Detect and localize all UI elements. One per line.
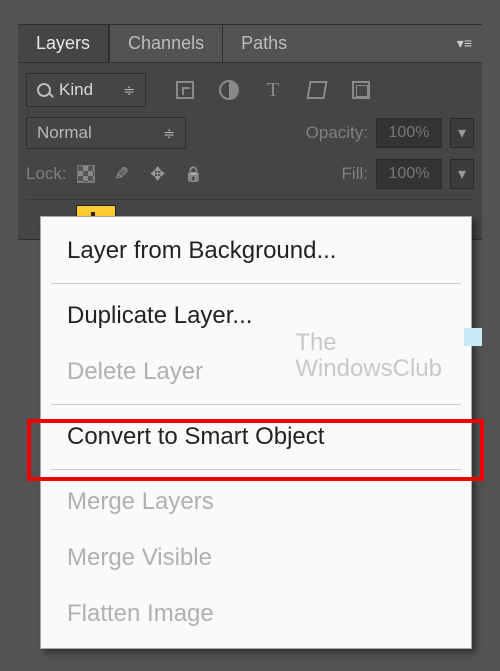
layers-panel: Layers Channels Paths ▾≡ Kind ≑ T — [18, 24, 482, 240]
fill-value[interactable]: 100% — [376, 159, 442, 189]
menu-separator — [51, 283, 461, 284]
fill-label: Fill: — [342, 164, 368, 184]
blend-row: Normal ≑ Opacity: 100% ▾ — [26, 117, 474, 149]
opacity-slider-button[interactable]: ▾ — [450, 118, 474, 148]
type-layer-filter-icon[interactable]: T — [262, 79, 284, 101]
smart-object-filter-icon[interactable] — [350, 79, 372, 101]
opacity-value[interactable]: 100% — [376, 118, 442, 148]
filter-kind-dropdown[interactable]: Kind ≑ — [26, 73, 146, 107]
lock-transparency-icon[interactable] — [75, 163, 97, 185]
menu-separator — [51, 469, 461, 470]
pixel-layer-filter-icon[interactable] — [174, 79, 196, 101]
search-icon — [37, 83, 51, 97]
lock-label: Lock: — [26, 164, 67, 184]
fill-slider-button[interactable]: ▾ — [450, 159, 474, 189]
shape-layer-filter-icon[interactable] — [306, 79, 328, 101]
menu-layer-from-background[interactable]: Layer from Background... — [41, 223, 471, 279]
menu-delete-layer: Delete Layer — [41, 344, 471, 400]
menu-convert-to-smart-object[interactable]: Convert to Smart Object — [41, 409, 471, 465]
opacity-label: Opacity: — [306, 123, 368, 143]
adjustment-layer-filter-icon[interactable] — [218, 79, 240, 101]
menu-separator — [51, 404, 461, 405]
lock-icons — [75, 163, 205, 185]
menu-merge-layers: Merge Layers — [41, 474, 471, 530]
tab-paths[interactable]: Paths — [222, 25, 305, 62]
dropdown-arrow-icon: ≑ — [123, 82, 135, 99]
blend-mode-dropdown[interactable]: Normal ≑ — [26, 117, 186, 149]
filter-kind-label: Kind — [59, 80, 93, 100]
lock-position-icon[interactable] — [147, 163, 169, 185]
dropdown-arrow-icon: ≑ — [163, 125, 175, 142]
filter-icons: T — [174, 79, 372, 101]
blend-mode-value: Normal — [37, 123, 92, 143]
menu-duplicate-layer[interactable]: Duplicate Layer... — [41, 288, 471, 344]
lock-row: Lock: Fill: 100% ▾ — [26, 159, 474, 189]
filter-row: Kind ≑ T — [26, 73, 474, 107]
panel-tabs: Layers Channels Paths ▾≡ — [18, 25, 482, 63]
menu-merge-visible: Merge Visible — [41, 530, 471, 586]
layer-context-menu: Layer from Background... Duplicate Layer… — [40, 216, 472, 649]
tab-channels[interactable]: Channels — [109, 25, 222, 62]
menu-flatten-image: Flatten Image — [41, 586, 471, 642]
panel-flyout-menu-icon[interactable]: ▾≡ — [447, 35, 482, 52]
lock-all-icon[interactable] — [183, 163, 205, 185]
tab-layers[interactable]: Layers — [18, 25, 109, 62]
lock-pixels-icon[interactable] — [111, 163, 133, 185]
layers-panel-body: Kind ≑ T Normal ≑ Opacity: 100% ▾ — [18, 63, 482, 240]
